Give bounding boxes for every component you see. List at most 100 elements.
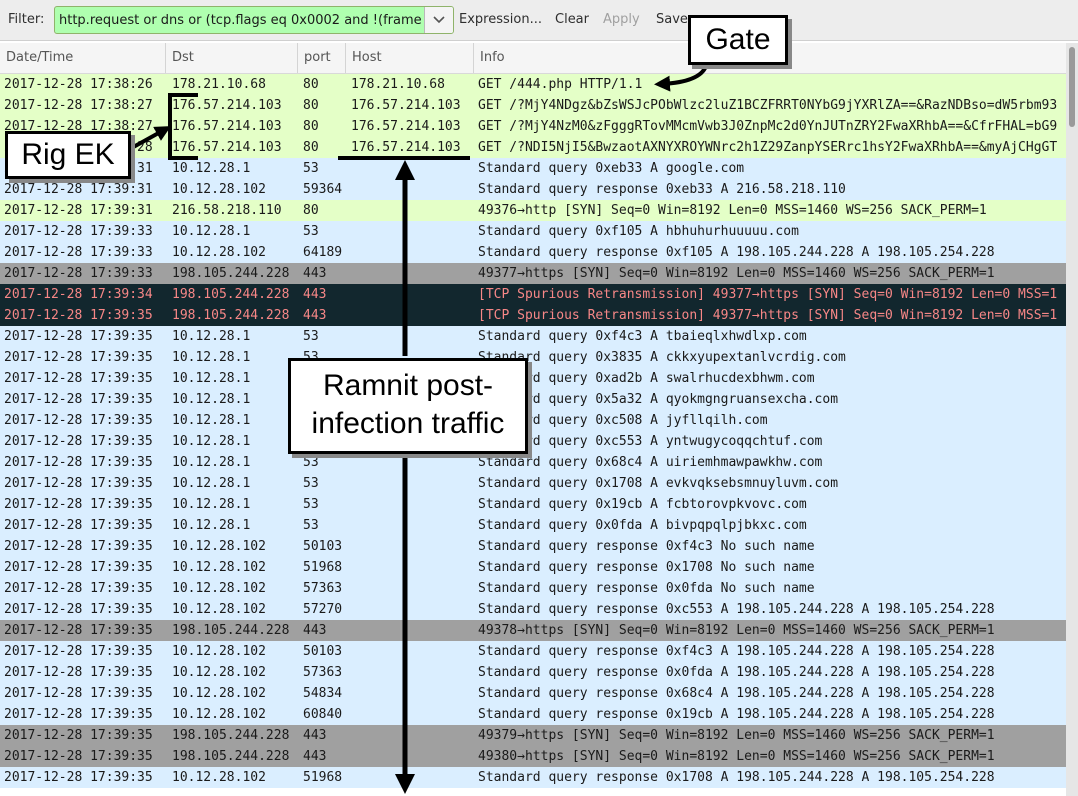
ramnit-callout-line1: Ramnit post- xyxy=(322,369,494,402)
cell-datetime: 2017-12-28 17:39:35 xyxy=(4,455,153,470)
cell-datetime: 2017-12-28 17:39:35 xyxy=(4,686,153,701)
cell-port: 443 xyxy=(303,287,327,302)
display-filter-input[interactable] xyxy=(55,7,425,33)
cell-datetime: 2017-12-28 17:39:35 xyxy=(4,350,153,365)
packet-row[interactable]: 2017-12-28 17:39:35 10.12.28.102 50103 Stan… xyxy=(0,536,1066,557)
cell-info: Standard query response 0xc553 A 198.105… xyxy=(478,602,995,617)
scrollbar-thumb[interactable] xyxy=(1069,47,1075,127)
cell-info: GET /?MjY4NDgz&bZsWSJcPObWlzc2luZ1BCZFRR… xyxy=(478,98,1058,113)
cell-host: 176.57.214.103 xyxy=(351,119,461,134)
packet-row[interactable]: 2017-12-28 17:39:35 10.12.28.102 57270 Stan… xyxy=(0,599,1066,620)
cell-info: Standard query 0xad2b A swalrhucdexbhwm.… xyxy=(478,371,815,386)
cell-info: Standard query response 0x19cb A 198.105… xyxy=(478,707,995,722)
cell-port: 51968 xyxy=(303,770,343,785)
cell-datetime: 2017-12-28 17:39:35 xyxy=(4,308,153,323)
cell-port: 443 xyxy=(303,728,327,743)
packet-row[interactable]: 2017-12-28 17:39:33 10.12.28.102 64189 Stan… xyxy=(0,242,1066,263)
save-button[interactable]: Save xyxy=(656,12,688,27)
packet-row[interactable]: 2017-12-28 17:39:35 10.12.28.102 57363 Stan… xyxy=(0,662,1066,683)
cell-info: Standard query response 0xf105 A 198.105… xyxy=(478,245,995,260)
cell-dst: 198.105.244.228 xyxy=(172,749,290,764)
cell-datetime: 2017-12-28 17:39:35 xyxy=(4,728,153,743)
packet-row[interactable]: 2017-12-28 17:39:35 10.12.28.102 60840 Stan… xyxy=(0,704,1066,725)
cell-info: Standard query response 0x68c4 A 198.105… xyxy=(478,686,995,701)
packet-row[interactable]: 2017-12-28 17:39:33 198.105.244.228 443 493… xyxy=(0,263,1066,284)
column-header-port[interactable]: port xyxy=(298,43,346,73)
packet-row[interactable]: 2017-12-28 17:39:3510.12.28.153Standard … xyxy=(0,473,1066,494)
packet-row[interactable]: 2017-12-28 17:39:35 198.105.244.228 443 493… xyxy=(0,725,1066,746)
packet-row[interactable]: 2017-12-28 17:39:3510.12.28.153Standard … xyxy=(0,389,1066,410)
packet-row[interactable]: 2017-12-28 17:38:28176.57.214.10380176.5… xyxy=(0,137,1066,158)
cell-dst: 10.12.28.1 xyxy=(172,224,251,239)
cell-port: 50103 xyxy=(303,644,343,659)
cell-port: 57363 xyxy=(303,665,343,680)
cell-dst: 198.105.244.228 xyxy=(172,728,290,743)
packet-row[interactable]: 2017-12-28 17:39:3510.12.28.153Standard … xyxy=(0,494,1066,515)
cell-port: 443 xyxy=(303,308,327,323)
cell-port: 443 xyxy=(303,749,327,764)
packet-row[interactable]: 2017-12-28 17:39:3510.12.28.153Standard … xyxy=(0,368,1066,389)
cell-port: 443 xyxy=(303,266,327,281)
packet-row[interactable]: 2017-12-28 17:39:35 198.105.244.228 443 [TC… xyxy=(0,305,1066,326)
expression-button[interactable]: Expression... xyxy=(459,12,542,27)
cell-info: Standard query 0x1708 A evkvqksebsmnuylu… xyxy=(478,476,839,491)
cell-port: 80 xyxy=(303,77,319,92)
ramnit-callout-line2: infection traffic xyxy=(311,407,505,440)
packet-row[interactable]: 2017-12-28 17:39:35 198.105.244.228 443 493… xyxy=(0,746,1066,767)
cell-dst: 10.12.28.102 xyxy=(172,644,266,659)
cell-port: 57270 xyxy=(303,602,343,617)
cell-datetime: 2017-12-28 17:39:35 xyxy=(4,770,153,785)
vertical-scrollbar[interactable] xyxy=(1066,43,1078,796)
packet-row[interactable]: 2017-12-28 17:39:3510.12.28.153Standard … xyxy=(0,326,1066,347)
cell-dst: 10.12.28.102 xyxy=(172,770,266,785)
packet-row[interactable]: 2017-12-28 17:39:3510.12.28.153Standard … xyxy=(0,347,1066,368)
cell-dst: 178.21.10.68 xyxy=(172,77,266,92)
cell-datetime: 2017-12-28 17:39:35 xyxy=(4,518,153,533)
cell-datetime: 2017-12-28 17:39:35 xyxy=(4,749,153,764)
cell-info: Standard query 0xeb33 A google.com xyxy=(478,161,745,176)
packet-row[interactable]: 2017-12-28 17:39:35 198.105.244.228 443 493… xyxy=(0,620,1066,641)
cell-port: 80 xyxy=(303,203,319,218)
cell-dst: 10.12.28.1 xyxy=(172,329,251,344)
cell-port: 50103 xyxy=(303,539,343,554)
rig-ek-callout: Rig EK xyxy=(5,131,131,179)
packet-list-header: Date/Time Dst port Host Info xyxy=(0,43,1066,74)
cell-dst: 10.12.28.102 xyxy=(172,245,266,260)
apply-button[interactable]: Apply xyxy=(603,12,640,27)
packet-row[interactable]: 2017-12-28 17:39:35 10.12.28.102 51968 Stan… xyxy=(0,767,1066,788)
cell-datetime: 2017-12-28 17:39:33 xyxy=(4,245,153,260)
packet-row[interactable]: 2017-12-28 17:39:3110.12.28.153Standard … xyxy=(0,158,1066,179)
packet-row[interactable]: 2017-12-28 17:39:35 10.12.28.102 57363 Stan… xyxy=(0,578,1066,599)
cell-port: 53 xyxy=(303,455,319,470)
packet-row[interactable]: 2017-12-28 17:38:27 176.57.214.103 80 176.5… xyxy=(0,95,1066,116)
column-header-datetime[interactable]: Date/Time xyxy=(0,43,166,73)
cell-port: 59364 xyxy=(303,182,343,197)
cell-port: 64189 xyxy=(303,245,343,260)
packet-row[interactable]: 2017-12-28 17:39:3510.12.28.153Standard … xyxy=(0,431,1066,452)
packet-row[interactable]: 2017-12-28 17:39:35 10.12.28.102 50103 Stan… xyxy=(0,641,1066,662)
packet-row[interactable]: 2017-12-28 17:38:26 178.21.10.68 80 178.21.… xyxy=(0,74,1066,95)
packet-row[interactable]: 2017-12-28 17:39:35 10.12.28.102 54834 Stan… xyxy=(0,683,1066,704)
packet-row[interactable]: 2017-12-28 17:39:33 10.12.28.1 53 Standard … xyxy=(0,221,1066,242)
cell-info: 49376→http [SYN] Seq=0 Win=8192 Len=0 MS… xyxy=(478,203,987,218)
cell-dst: 10.12.28.1 xyxy=(172,518,251,533)
packet-row[interactable]: 2017-12-28 17:39:31 10.12.28.102 59364 Stan… xyxy=(0,179,1066,200)
packet-row[interactable]: 2017-12-28 17:39:34 198.105.244.228 443 [TC… xyxy=(0,284,1066,305)
packet-row[interactable]: 2017-12-28 17:39:3510.12.28.153Standard … xyxy=(0,452,1066,473)
packet-row[interactable]: 2017-12-28 17:39:31 216.58.218.110 80 49376… xyxy=(0,200,1066,221)
cell-port: 53 xyxy=(303,161,319,176)
cell-info: Standard query 0xc508 A jyfllqilh.com xyxy=(478,413,768,428)
cell-info: Standard query 0xc553 A yntwugycoqqchtuf… xyxy=(478,434,823,449)
cell-info: Standard query response 0xf4c3 No such n… xyxy=(478,539,815,554)
clear-button[interactable]: Clear xyxy=(555,12,589,27)
column-header-dst[interactable]: Dst xyxy=(166,43,298,73)
packet-row[interactable]: 2017-12-28 17:39:3510.12.28.153Standard … xyxy=(0,515,1066,536)
display-filter-box[interactable] xyxy=(54,6,454,34)
packet-row[interactable]: 2017-12-28 17:39:3510.12.28.153Standard … xyxy=(0,410,1066,431)
packet-row[interactable]: 2017-12-28 17:39:35 10.12.28.102 51968 Stan… xyxy=(0,557,1066,578)
column-header-host[interactable]: Host xyxy=(346,43,474,73)
cell-datetime: 2017-12-28 17:39:35 xyxy=(4,434,153,449)
cell-host: 176.57.214.103 xyxy=(351,140,461,155)
filter-history-dropdown[interactable] xyxy=(424,7,453,33)
packet-row[interactable]: 2017-12-28 17:38:27 176.57.214.103 80 176.5… xyxy=(0,116,1066,137)
